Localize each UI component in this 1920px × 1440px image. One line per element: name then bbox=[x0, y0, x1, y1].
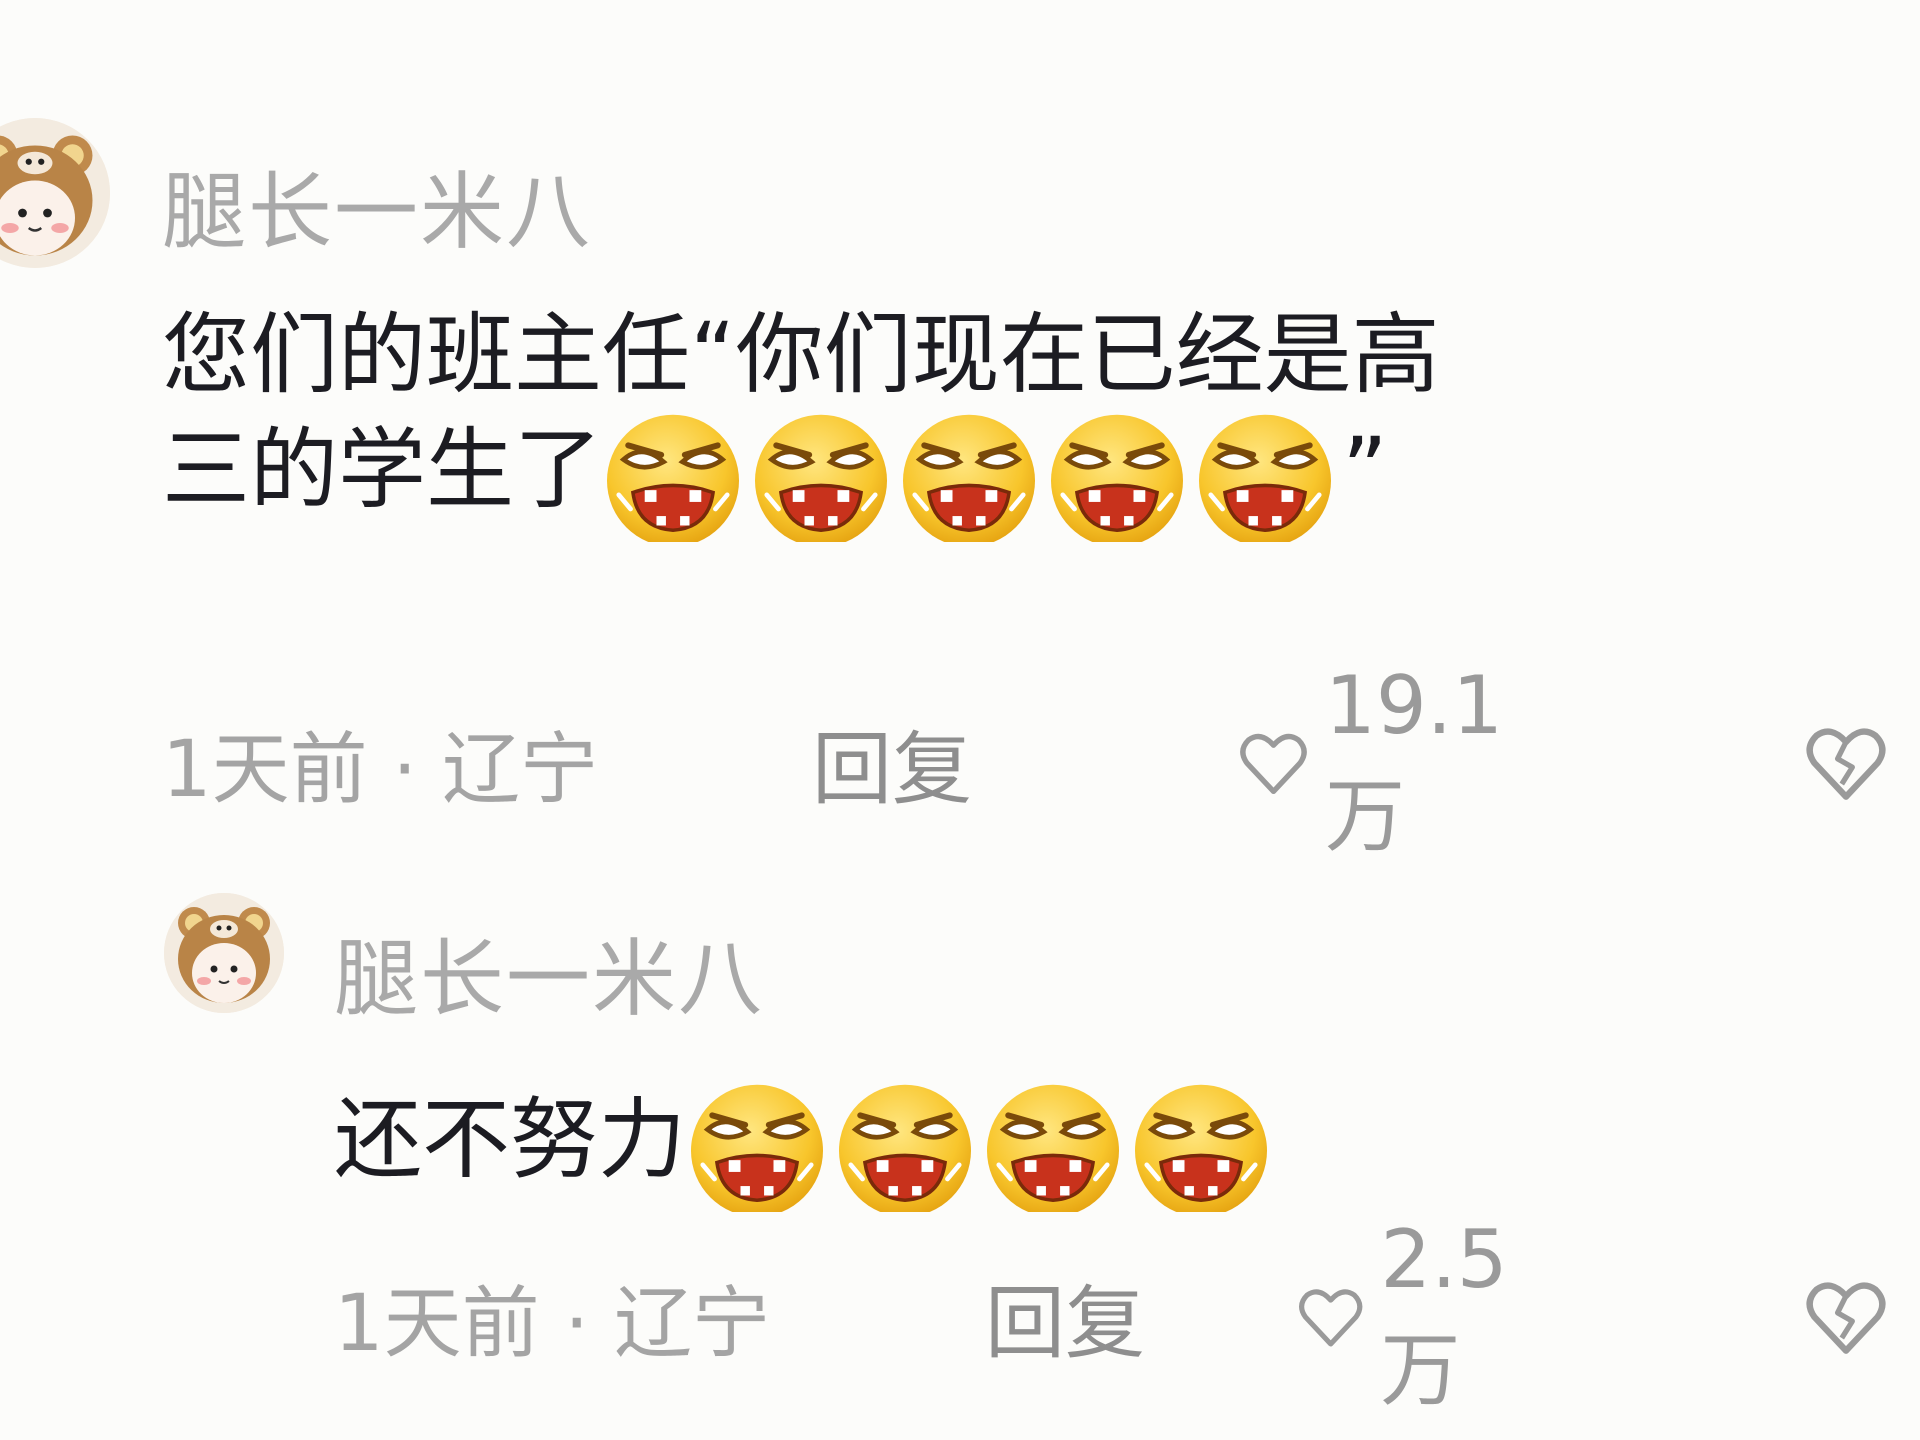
comment-text-line: 三的学生了 ” bbox=[162, 410, 1440, 542]
comment-text: 还不努力 bbox=[334, 1080, 1278, 1212]
comment-text-segment: 三的学生了 bbox=[162, 417, 603, 521]
comment-meta: 1天前 · 辽宁 bbox=[162, 718, 598, 815]
angry-laugh-emoji bbox=[602, 410, 744, 542]
reply-button[interactable]: 回复 bbox=[812, 705, 972, 821]
like-button[interactable]: 2.5万 bbox=[1297, 1213, 1532, 1417]
angry-laugh-emoji bbox=[982, 1080, 1124, 1212]
comment-meta: 1天前 · 辽宁 bbox=[334, 1272, 770, 1369]
like-button[interactable]: 19.1万 bbox=[1238, 659, 1524, 863]
broken-heart-icon bbox=[1800, 723, 1892, 803]
reply-wrapper: 回复 bbox=[812, 718, 972, 816]
reply-button[interactable]: 回复 bbox=[985, 1259, 1145, 1375]
emoji-group bbox=[602, 410, 1342, 542]
username[interactable]: 腿长一米八 bbox=[162, 145, 592, 266]
angry-laugh-emoji bbox=[686, 1080, 828, 1212]
time-location: 1天前 · 辽宁 bbox=[334, 1279, 771, 1369]
angry-laugh-emoji bbox=[834, 1080, 976, 1212]
comment-text-line: 还不努力 bbox=[334, 1080, 1278, 1212]
reply-wrapper: 回复 bbox=[985, 1272, 1145, 1370]
avatar[interactable] bbox=[164, 893, 284, 1013]
heart-outline-icon bbox=[1238, 723, 1309, 803]
heart-outline-icon bbox=[1297, 1277, 1364, 1357]
avatar[interactable] bbox=[0, 118, 110, 268]
like-count: 2.5万 bbox=[1380, 1212, 1508, 1417]
time-location: 1天前 · 辽宁 bbox=[162, 725, 599, 815]
emoji-group bbox=[686, 1080, 1278, 1212]
angry-laugh-emoji bbox=[898, 410, 1040, 542]
comment-text-segment: 还不努力 bbox=[334, 1087, 687, 1191]
dislike-button[interactable] bbox=[1800, 718, 1892, 808]
angry-laugh-emoji bbox=[750, 410, 892, 542]
broken-heart-icon bbox=[1800, 1277, 1892, 1357]
close-quote: ” bbox=[1342, 417, 1388, 521]
comment-text-line: 您们的班主任“你们现在已经是高 bbox=[162, 303, 1440, 406]
angry-laugh-emoji bbox=[1194, 410, 1336, 542]
angry-laugh-emoji bbox=[1130, 1080, 1272, 1212]
username[interactable]: 腿长一米八 bbox=[334, 912, 764, 1033]
like-count: 19.1万 bbox=[1324, 658, 1504, 863]
comment-text: 您们的班主任“你们现在已经是高 三的学生了 ” bbox=[162, 300, 1440, 542]
angry-laugh-emoji bbox=[1046, 410, 1188, 542]
bear-avatar-image bbox=[164, 893, 284, 1013]
dislike-button[interactable] bbox=[1800, 1272, 1892, 1362]
bear-avatar-image bbox=[0, 118, 110, 268]
